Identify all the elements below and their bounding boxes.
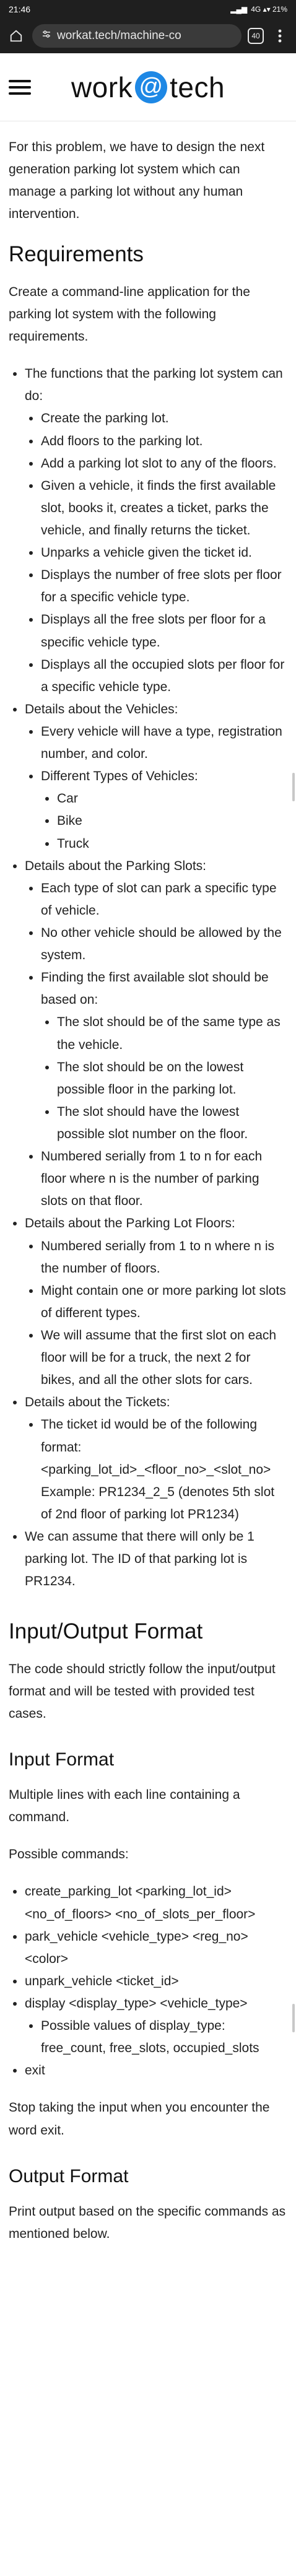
list-item: create_parking_lot <parking_lot_id> <no_… [25, 1881, 286, 1925]
list-item: park_vehicle <vehicle_type> <reg_no> <co… [25, 1926, 286, 1970]
list-item: No other vehicle should be allowed by th… [41, 922, 286, 967]
address-bar[interactable]: workat.tech/machine-co [32, 24, 242, 48]
scrollbar-thumb[interactable] [292, 773, 295, 801]
list-item: Details about the Tickets: The ticket id… [25, 1391, 286, 1526]
list-item: We can assume that there will only be 1 … [25, 1526, 286, 1593]
ticket-format-example: Example: PR1234_2_5 (denotes 5th slot of… [41, 1484, 275, 1521]
tab-count-label: 40 [251, 32, 260, 40]
vehicle-types-list: Car Bike Truck [41, 788, 286, 855]
list-item: The slot should be of the same type as t… [57, 1011, 286, 1056]
vehicles-label: Details about the Vehicles: [25, 702, 178, 716]
io-format-heading: Input/Output Format [9, 1619, 203, 1644]
slot-rules-list: The slot should be of the same type as t… [41, 1011, 286, 1146]
list-item: Create the parking lot. [41, 407, 286, 430]
list-item: Displays the number of free slots per fl… [41, 564, 286, 609]
list-item: The ticket id would be of the following … [41, 1414, 286, 1526]
display-command: display <display_type> <vehicle_type> [25, 1996, 248, 2011]
list-item: Each type of slot can park a specific ty… [41, 877, 286, 922]
intro-paragraph: For this problem, we have to design the … [9, 140, 265, 222]
tabs-icon[interactable]: 40 [248, 28, 264, 44]
list-item: The slot should have the lowest possible… [57, 1101, 286, 1146]
browser-toolbar: workat.tech/machine-co 40 [0, 19, 296, 53]
menu-icon[interactable] [9, 79, 31, 95]
list-item: Add floors to the parking lot. [41, 430, 286, 453]
list-item: Details about the Parking Slots: Each ty… [25, 855, 286, 1213]
status-bar: 21:46 ▂▄▆ 4G ▴▾ 21% [0, 0, 296, 19]
status-indicators: ▂▄▆ 4G ▴▾ 21% [230, 5, 287, 14]
list-item: exit [25, 2060, 286, 2082]
logo-text-left: work [71, 71, 133, 103]
list-item: Car [57, 788, 286, 810]
list-item: Bike [57, 810, 286, 832]
display-values-list: Possible values of display_type: free_co… [25, 2015, 286, 2060]
list-item: Truck [57, 833, 286, 855]
io-format-text: The code should strictly follow the inpu… [9, 1661, 276, 1721]
more-icon[interactable] [270, 26, 290, 46]
stop-input-text: Stop taking the input when you encounter… [9, 2100, 270, 2138]
home-icon[interactable] [6, 26, 26, 46]
list-item: Finding the first available slot should … [41, 967, 286, 1146]
commands-list: create_parking_lot <parking_lot_id> <no_… [9, 1881, 286, 2082]
site-header: work @ tech [0, 53, 296, 121]
list-item: Different Types of Vehicles: Car Bike Tr… [41, 765, 286, 855]
list-item: Unparks a vehicle given the ticket id. [41, 542, 286, 564]
list-item: We will assume that the first slot on ea… [41, 1325, 286, 1391]
scrollbar-thumb[interactable] [292, 2004, 295, 2032]
site-info-icon[interactable] [41, 28, 52, 43]
requirements-list: The functions that the parking lot syste… [9, 363, 286, 1593]
list-item: Numbered serially from 1 to n for each f… [41, 1146, 286, 1212]
list-item: display <display_type> <vehicle_type> Po… [25, 1993, 286, 2060]
tickets-list: The ticket id would be of the following … [25, 1414, 286, 1526]
input-format-text: Multiple lines with each line containing… [9, 1788, 240, 1825]
ticket-format-line: The ticket id would be of the following … [41, 1417, 258, 1455]
output-format-heading: Output Format [9, 2165, 129, 2187]
input-format-heading: Input Format [9, 1749, 115, 1770]
vehicles-list: Every vehicle will have a type, registra… [25, 721, 286, 855]
slots-list: Each type of slot can park a specific ty… [25, 877, 286, 1213]
possible-commands-label: Possible commands: [9, 1847, 129, 1862]
signal-icon: ▂▄▆ [230, 5, 248, 14]
list-item: The slot should be on the lowest possibl… [57, 1056, 286, 1101]
ticket-format-pattern: <parking_lot_id>_<floor_no>_<slot_no> [41, 1462, 271, 1477]
url-text[interactable]: workat.tech/machine-co [57, 29, 181, 43]
functions-label: The functions that the parking lot syste… [25, 367, 283, 404]
logo-at-icon: @ [135, 71, 168, 103]
vehicle-types-label: Different Types of Vehicles: [41, 769, 198, 784]
list-item: The functions that the parking lot syste… [25, 363, 286, 698]
list-item: Numbered serially from 1 to n where n is… [41, 1235, 286, 1280]
list-item: Given a vehicle, it finds the first avai… [41, 475, 286, 542]
functions-list: Create the parking lot. Add floors to th… [25, 407, 286, 698]
slot-rules-label: Finding the first available slot should … [41, 970, 269, 1007]
list-item: Possible values of display_type: free_co… [41, 2015, 286, 2060]
status-indicator-text: 4G ▴▾ 21% [251, 5, 287, 14]
list-item: Details about the Vehicles: Every vehicl… [25, 698, 286, 855]
list-item: Every vehicle will have a type, registra… [41, 721, 286, 765]
site-logo[interactable]: work @ tech [31, 71, 265, 104]
slots-label: Details about the Parking Slots: [25, 858, 206, 873]
list-item: Displays all the occupied slots per floo… [41, 654, 286, 698]
floors-list: Numbered serially from 1 to n where n is… [25, 1235, 286, 1392]
list-item: Add a parking lot slot to any of the flo… [41, 453, 286, 475]
list-item: Displays all the free slots per floor fo… [41, 609, 286, 653]
requirements-heading: Requirements [9, 242, 144, 267]
requirements-intro: Create a command-line application for th… [9, 284, 250, 344]
article-content: For this problem, we have to design the … [0, 121, 296, 2245]
list-item: unpark_vehicle <ticket_id> [25, 1970, 286, 1993]
status-time: 21:46 [9, 4, 31, 14]
logo-text-right: tech [170, 71, 225, 103]
tickets-label: Details about the Tickets: [25, 1395, 170, 1410]
list-item: Might contain one or more parking lot sl… [41, 1280, 286, 1325]
output-format-text: Print output based on the specific comma… [9, 2204, 286, 2241]
floors-label: Details about the Parking Lot Floors: [25, 1216, 235, 1231]
list-item: Details about the Parking Lot Floors: Nu… [25, 1212, 286, 1391]
